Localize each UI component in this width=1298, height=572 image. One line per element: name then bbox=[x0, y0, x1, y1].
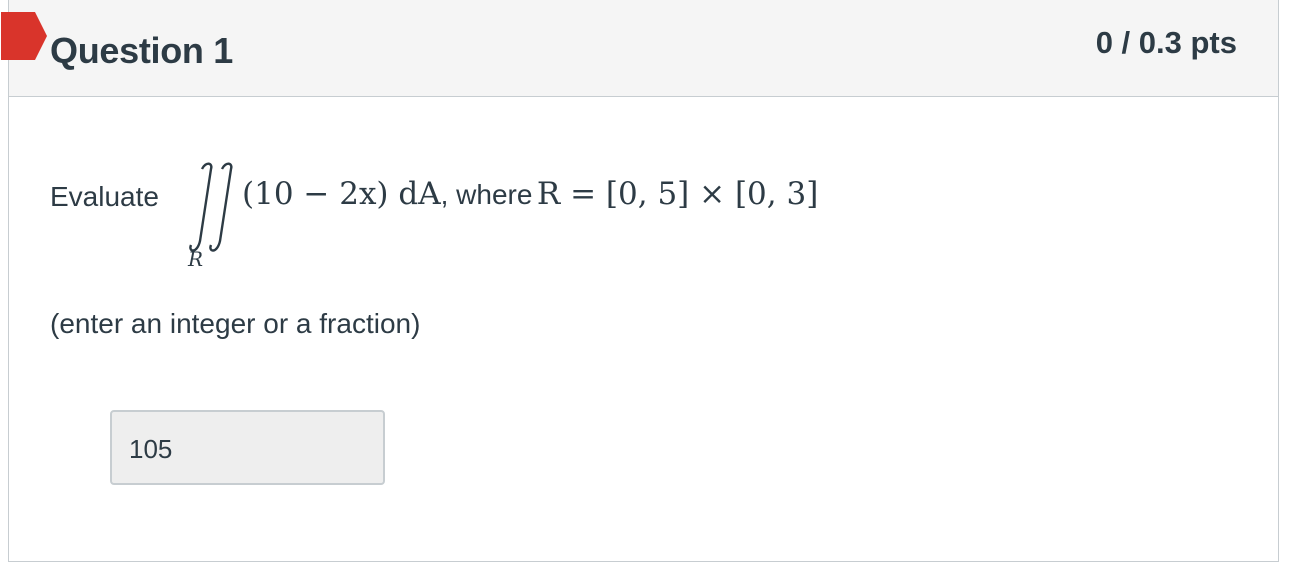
question-prompt: Evaluate R (10 − 2x) dA, where R = [0, 5… bbox=[50, 159, 1150, 271]
integrand-expression: (10 − 2x) dA bbox=[242, 176, 441, 212]
incorrect-flag-icon bbox=[1, 12, 47, 60]
integral-expression: (10 − 2x) dA, where R = [0, 5] × [0, 3] bbox=[242, 176, 818, 212]
question-points: 0 / 0.3 pts bbox=[1095, 25, 1237, 60]
region-definition: R = [0, 5] × [0, 3] bbox=[536, 176, 819, 212]
question-header: Question 1 0 / 0.3 pts bbox=[1, 0, 1278, 97]
answer-format-hint: (enter an integer or a fraction) bbox=[50, 308, 421, 339]
integral-region-subscript: R bbox=[188, 247, 204, 271]
question-card: Question 1 0 / 0.3 pts Evaluate R (10 − … bbox=[1, 0, 1279, 562]
answer-value: 105 bbox=[129, 434, 173, 464]
question-title: Question 1 bbox=[50, 30, 234, 71]
answer-input[interactable]: 105 bbox=[110, 410, 385, 485]
prompt-connector-text: , where bbox=[440, 179, 533, 210]
prompt-lead-text: Evaluate bbox=[50, 181, 159, 212]
